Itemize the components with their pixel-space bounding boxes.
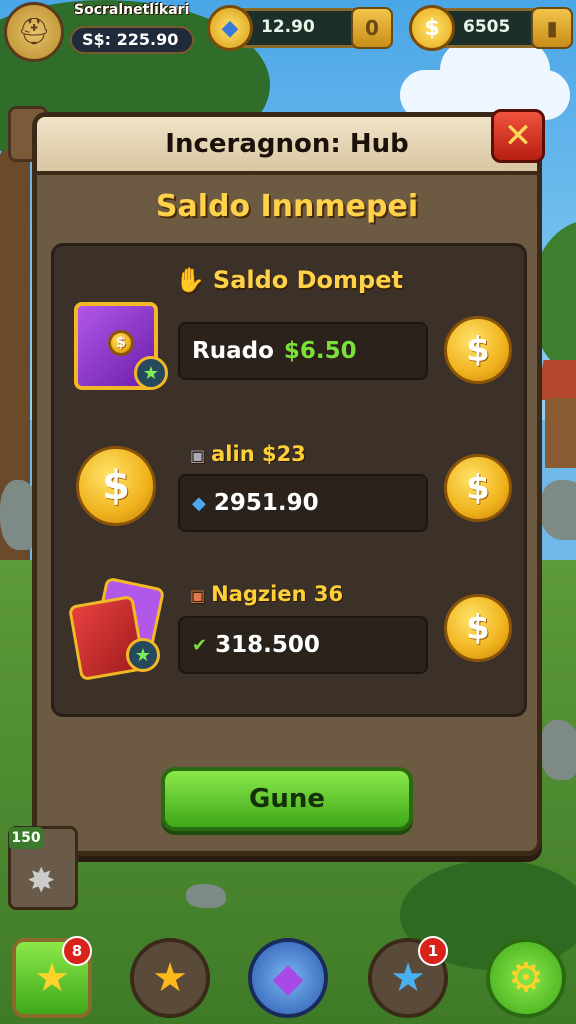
side-widget-tag: 150	[9, 827, 43, 849]
star-icon: ★	[152, 955, 188, 1001]
coin-counter: $ 6505 ▮	[409, 5, 573, 51]
player-cash: S$: 225.90	[70, 26, 194, 54]
gem-counter-value: 12.90	[261, 17, 315, 37]
wallet-row-label: ▣ alin $23	[190, 442, 306, 466]
cloud	[440, 40, 550, 100]
action-button[interactable]: Gune	[161, 767, 413, 831]
wallet-row-text: 2951.90	[213, 490, 319, 516]
gem-icon: ◆	[272, 955, 304, 1001]
nav-button-star[interactable]: ★ 1	[368, 936, 448, 1018]
player-name: Socralnetlikari	[74, 2, 190, 18]
coin-button[interactable]: $	[444, 594, 512, 662]
hand-icon: ✋	[175, 266, 205, 294]
notification-badge: 1	[418, 936, 448, 966]
wallet-row-label: ▣ Nagzien 36	[190, 582, 343, 606]
avatar[interactable]: ⛑	[4, 2, 64, 62]
hut-roof	[536, 360, 576, 400]
star-icon: ✸	[27, 861, 56, 901]
dialog-title: Inceragnon: Hub	[165, 129, 409, 159]
rock	[540, 720, 576, 780]
coin-button[interactable]: $	[444, 316, 512, 384]
chest-icon: ▣	[190, 586, 206, 605]
nav-button-star[interactable]: ★ 8	[12, 936, 92, 1018]
coin-button[interactable]: $	[444, 454, 512, 522]
notification-badge: 8	[62, 936, 92, 966]
wallet-row: ★ ▣ Nagzien 36 ✔ 318.500 $	[54, 576, 524, 692]
wallet-dialog: Inceragnon: Hub ✕ Saldo Innmepei ✋ Saldo …	[32, 109, 545, 856]
cards-art: ★	[67, 576, 166, 682]
section-heading: Saldo Innmepei	[155, 189, 419, 224]
helmet-icon: ⛑	[17, 17, 51, 47]
panel-heading: ✋ Saldo Dompet	[54, 266, 524, 294]
wallet-row-field: ✔ 318.500	[178, 616, 428, 674]
rock	[540, 480, 576, 540]
wallet-row-field: ◆ 2951.90	[178, 474, 428, 532]
player-profile[interactable]: ⛑ Socralnetlikari S$: 225.90	[4, 2, 194, 62]
wallet-row-label-text: alin $23	[211, 442, 306, 466]
gem-icon: ◆	[192, 492, 206, 514]
star-icon: ★	[390, 955, 426, 1001]
chest-icon: ▣	[190, 446, 206, 465]
dialog-title-bar: Inceragnon: Hub	[37, 117, 537, 175]
coin-icon: $	[409, 5, 455, 51]
wallet-panel: ✋ Saldo Dompet $ ★ Ruado $6.50 $ $ ▣ alin $…	[51, 243, 527, 717]
check-icon: ✔	[192, 634, 208, 656]
bars-icon: ▮	[546, 16, 558, 40]
wallet-row: $ ★ Ruado $6.50 $	[54, 298, 524, 408]
nav-button-settings[interactable]: ⚙	[486, 938, 566, 1018]
gem-add-button[interactable]: 0	[351, 7, 393, 49]
wallet-row: $ ▣ alin $23 ◆ 2951.90 $	[54, 442, 524, 552]
side-widget[interactable]: 150 ✸	[8, 826, 78, 910]
coin-art: $	[76, 446, 156, 526]
coin-icon: $	[108, 330, 134, 356]
wallet-row-text: Ruado	[192, 338, 274, 364]
close-button[interactable]: ✕	[491, 109, 545, 163]
gem-counter: ◆ 12.90 0	[207, 5, 393, 51]
hut-wall	[545, 398, 576, 468]
wallet-row-value: $6.50	[283, 338, 357, 364]
panel-heading-text: Saldo Dompet	[212, 266, 403, 294]
wallet-row-field: Ruado $6.50	[178, 322, 428, 380]
star-icon: ★	[34, 955, 70, 1001]
spellbook-art: $ ★	[74, 298, 168, 394]
nav-button-gem[interactable]: ◆	[248, 938, 328, 1018]
star-icon: ★	[134, 356, 168, 390]
rock	[186, 884, 226, 908]
wallet-row-text: 318.500	[215, 632, 320, 658]
star-icon: ★	[126, 638, 160, 672]
nav-button-star[interactable]: ★	[130, 938, 210, 1018]
coin-add-button[interactable]: ▮	[531, 7, 573, 49]
close-icon: ✕	[503, 116, 533, 156]
coin-counter-value: 6505	[463, 17, 511, 37]
gem-coin-icon: ◆	[207, 5, 253, 51]
gear-icon: ⚙	[508, 955, 544, 1001]
wallet-row-label-text: Nagzien 36	[211, 582, 344, 606]
